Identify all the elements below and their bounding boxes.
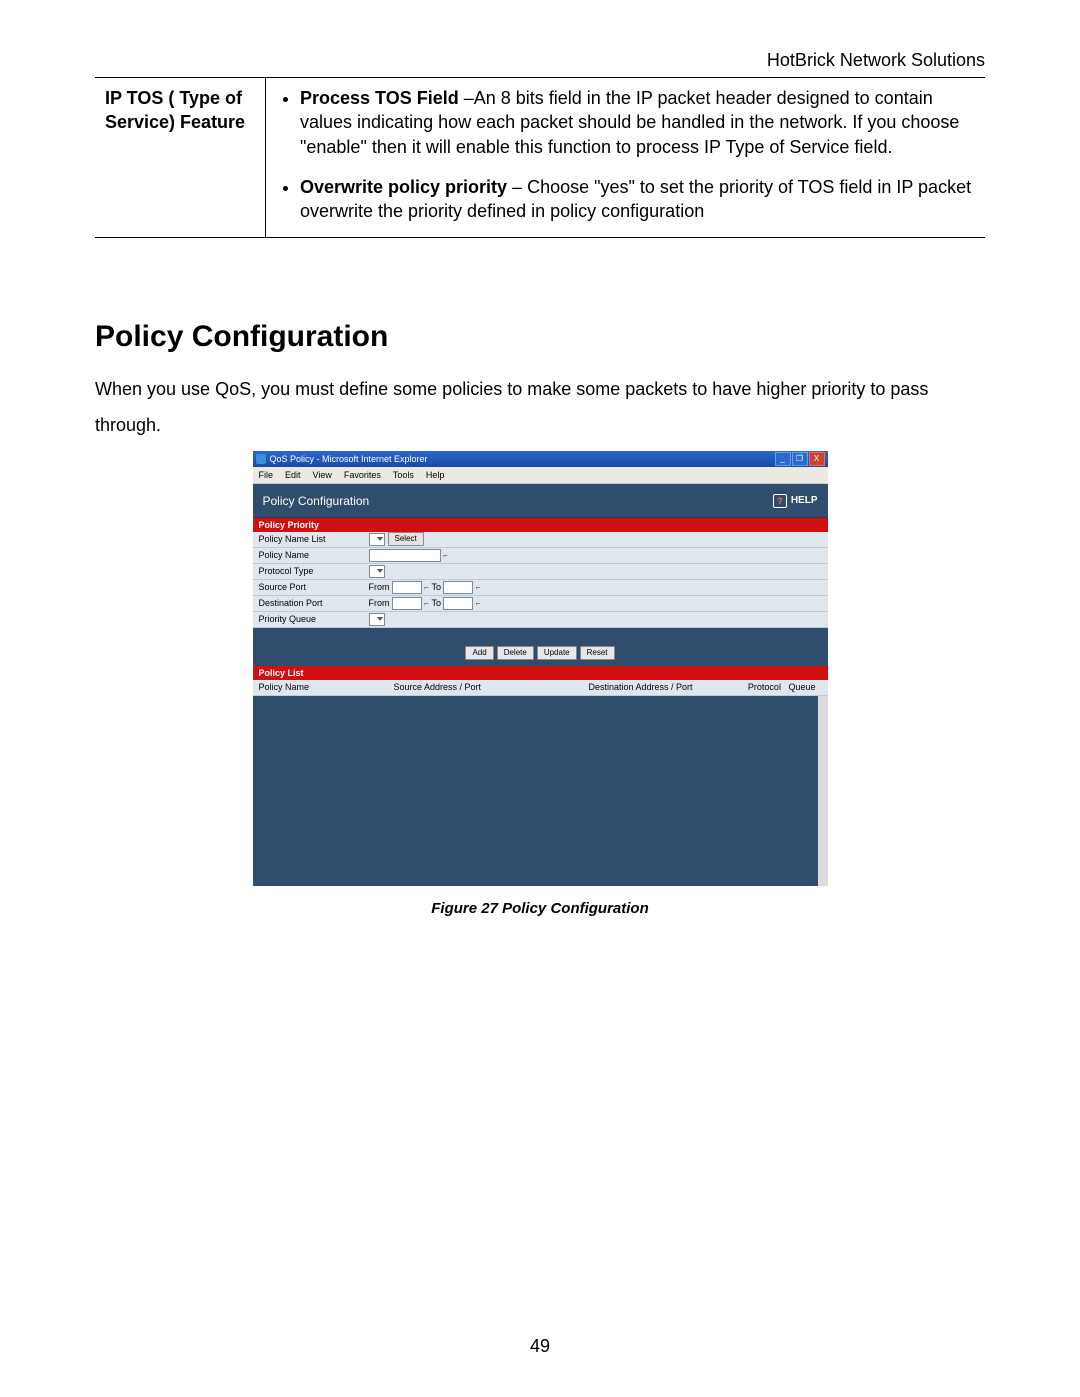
label-destination-port: Destination Port xyxy=(259,598,369,608)
input-handle-icon: ⌐ xyxy=(422,599,432,608)
label-policy-name-list: Policy Name List xyxy=(259,534,369,544)
screenshot: QoS Policy - Microsoft Internet Explorer… xyxy=(253,451,828,886)
window-titlebar: QoS Policy - Microsoft Internet Explorer… xyxy=(253,451,828,467)
policy-list-band: Policy List xyxy=(253,666,828,680)
help-button[interactable]: ? HELP xyxy=(773,494,818,508)
maximize-button[interactable]: ❐ xyxy=(792,452,808,466)
policy-list-body xyxy=(253,696,828,886)
priority-queue-select[interactable] xyxy=(369,613,385,626)
label-from: From xyxy=(369,598,390,608)
reset-button[interactable]: Reset xyxy=(580,646,615,660)
source-port-to-input[interactable] xyxy=(443,581,473,594)
col-policy-name: Policy Name xyxy=(259,682,394,692)
menu-file[interactable]: File xyxy=(259,470,274,480)
menu-view[interactable]: View xyxy=(313,470,332,480)
policy-priority-band: Policy Priority xyxy=(253,518,828,532)
close-button[interactable]: X xyxy=(809,452,825,466)
source-port-from-input[interactable] xyxy=(392,581,422,594)
select-button[interactable]: Select xyxy=(388,532,424,546)
input-handle-icon: ⌐ xyxy=(441,551,451,560)
col-queue: Queue xyxy=(788,682,815,692)
window-title: QoS Policy - Microsoft Internet Explorer xyxy=(270,454,428,464)
section-heading: Policy Configuration xyxy=(95,320,985,354)
label-from: From xyxy=(369,582,390,592)
policy-name-input[interactable] xyxy=(369,549,441,562)
row-priority-queue: Priority Queue xyxy=(253,612,828,628)
col-source: Source Address / Port xyxy=(394,682,589,692)
menu-tools[interactable]: Tools xyxy=(393,470,414,480)
destination-port-from-input[interactable] xyxy=(392,597,422,610)
menu-help[interactable]: Help xyxy=(426,470,445,480)
label-protocol-type: Protocol Type xyxy=(259,566,369,576)
feature-item1-title: Process TOS Field xyxy=(300,88,459,108)
button-bar: Add Delete Update Reset xyxy=(253,628,828,666)
feature-row-body: Process TOS Field –An 8 bits field in th… xyxy=(266,78,986,238)
minimize-button[interactable]: _ xyxy=(775,452,791,466)
row-protocol-type: Protocol Type xyxy=(253,564,828,580)
label-to: To xyxy=(432,598,442,608)
label-policy-name: Policy Name xyxy=(259,550,369,560)
menu-edit[interactable]: Edit xyxy=(285,470,301,480)
col-destination: Destination Address / Port xyxy=(589,682,744,692)
feature-row-label: IP TOS ( Type of Service) Feature xyxy=(95,78,266,238)
protocol-type-select[interactable] xyxy=(369,565,385,578)
panel-title: Policy Configuration xyxy=(263,494,370,508)
col-protocol: Protocol xyxy=(748,682,781,692)
row-destination-port: Destination Port From ⌐ To ⌐ xyxy=(253,596,828,612)
row-source-port: Source Port From ⌐ To ⌐ xyxy=(253,580,828,596)
section-intro: When you use QoS, you must define some p… xyxy=(95,372,985,442)
help-icon: ? xyxy=(773,494,787,508)
throbber-icon xyxy=(811,468,825,482)
feature-table: IP TOS ( Type of Service) Feature Proces… xyxy=(95,77,985,238)
policy-list-header: Policy Name Source Address / Port Destin… xyxy=(253,680,828,696)
label-source-port: Source Port xyxy=(259,582,369,592)
menu-favorites[interactable]: Favorites xyxy=(344,470,381,480)
page-number: 49 xyxy=(0,1336,1080,1357)
panel-header: Policy Configuration ? HELP xyxy=(253,484,828,518)
input-handle-icon: ⌐ xyxy=(473,583,483,592)
feature-item2-title: Overwrite policy priority xyxy=(300,177,507,197)
policy-name-list-select[interactable] xyxy=(369,533,385,546)
add-button[interactable]: Add xyxy=(465,646,493,660)
header-brand: HotBrick Network Solutions xyxy=(95,50,985,71)
help-label: HELP xyxy=(791,495,818,506)
input-handle-icon: ⌐ xyxy=(422,583,432,592)
label-to: To xyxy=(432,582,442,592)
update-button[interactable]: Update xyxy=(537,646,577,660)
figure-caption: Figure 27 Policy Configuration xyxy=(253,900,828,917)
ie-icon xyxy=(256,454,266,464)
delete-button[interactable]: Delete xyxy=(497,646,534,660)
input-handle-icon: ⌐ xyxy=(473,599,483,608)
row-policy-name-list: Policy Name List Select xyxy=(253,532,828,548)
menu-bar: File Edit View Favorites Tools Help xyxy=(253,467,828,484)
destination-port-to-input[interactable] xyxy=(443,597,473,610)
row-policy-name: Policy Name ⌐ xyxy=(253,548,828,564)
label-priority-queue: Priority Queue xyxy=(259,614,369,624)
